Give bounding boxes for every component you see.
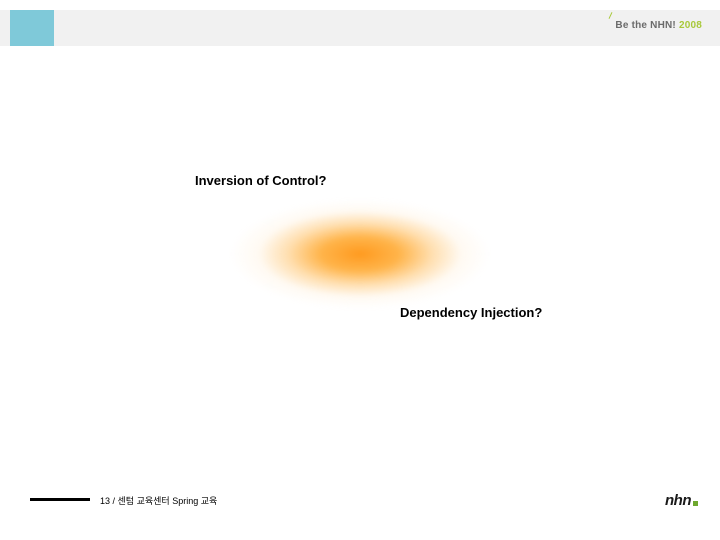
slide-footer: 13 / 센텀 교육센터 Spring 교육 nhn — [0, 490, 720, 520]
footer-page-info: 13 / 센텀 교육센터 Spring 교육 — [100, 494, 217, 507]
logo-dot-icon — [693, 501, 698, 506]
topic-text-bottom: Dependency Injection? — [400, 305, 542, 320]
header-accent-square — [10, 10, 54, 46]
footer-rule — [30, 498, 90, 501]
brand-tick-icon — [607, 12, 615, 20]
slide-header: Be the NHN! 2008 — [0, 0, 720, 46]
topic-text-top: Inversion of Control? — [195, 173, 326, 188]
brand-prefix: Be the NHN! — [615, 20, 676, 31]
brand-tagline: Be the NHN! 2008 — [615, 20, 702, 31]
logo-text: nhn — [665, 492, 691, 509]
brand-year: 2008 — [679, 20, 702, 31]
nhn-logo: nhn — [665, 492, 698, 509]
slide-content: Inversion of Control? Dependency Injecti… — [110, 140, 610, 360]
